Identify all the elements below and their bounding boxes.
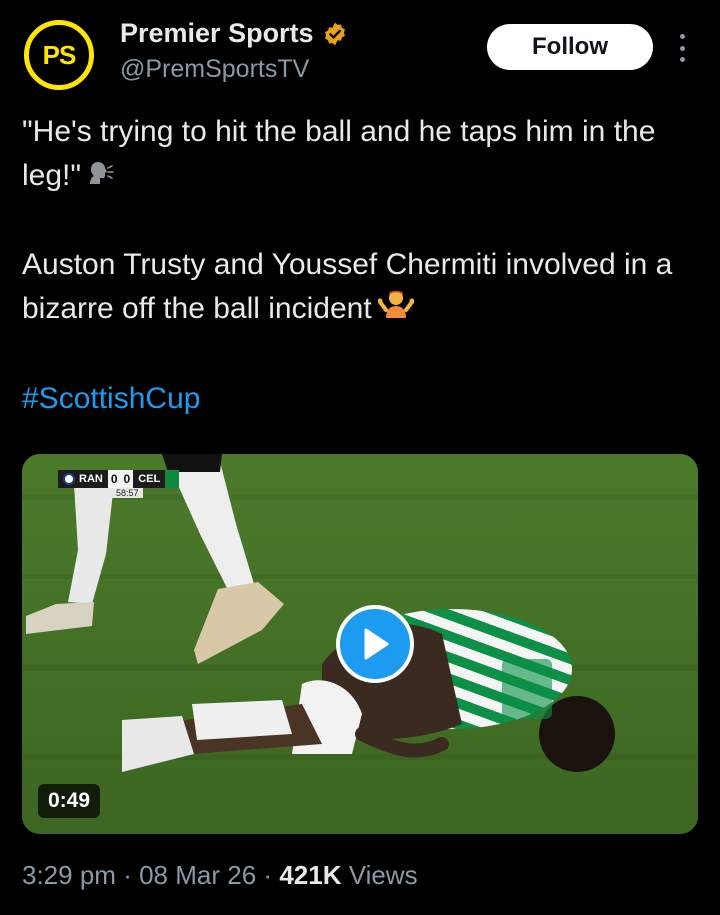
views-label: Views <box>348 860 418 890</box>
tweet-metadata: 3:29 pm · 08 Mar 26 · 421K Views <box>22 860 418 891</box>
author-handle[interactable]: @PremSportsTV <box>120 55 309 84</box>
play-icon[interactable] <box>336 605 414 683</box>
hashtag-link[interactable]: #ScottishCup <box>22 382 200 415</box>
speaking-head-emoji-icon <box>87 155 117 199</box>
author-name-row: Premier Sports <box>120 18 348 49</box>
rangers-crest-icon <box>63 473 75 485</box>
more-dot <box>679 34 685 39</box>
tweet-time[interactable]: 3:29 pm <box>22 860 116 890</box>
celtic-crest-icon <box>165 470 180 488</box>
verified-badge-icon <box>322 21 348 47</box>
tweet-description-text: Auston Trusty and Youssef Chermiti invol… <box>22 248 673 326</box>
video-duration-badge: 0:49 <box>38 784 101 818</box>
meta-separator: · <box>123 860 132 890</box>
home-team-abbr: RAN <box>79 473 103 485</box>
video-player[interactable]: RAN 0 0 CEL 58:57 0:49 <box>22 454 698 834</box>
match-scorebug: RAN 0 0 CEL <box>58 470 180 488</box>
meta-separator: · <box>263 860 273 890</box>
tweet-paragraph-quote: "He's trying to hit the ball and he taps… <box>22 110 692 199</box>
more-dot <box>679 57 685 62</box>
tweet-paragraph-description: Auston Trusty and Youssef Chermiti invol… <box>22 243 692 333</box>
away-team-box: CEL <box>133 470 166 488</box>
author-avatar[interactable]: PS <box>20 16 98 94</box>
views-count: 421K <box>279 860 342 890</box>
tweet-header: PS Premier Sports @PremSportsTV Follow <box>0 0 720 100</box>
tweet-body: "He's trying to hit the ball and he taps… <box>22 110 692 421</box>
match-clock: 58:57 <box>112 488 143 498</box>
tweet-paragraph-hashtag: #ScottishCup <box>22 377 692 421</box>
home-team-box: RAN <box>58 470 108 488</box>
person-shrugging-emoji-icon <box>377 288 415 333</box>
more-vertical-icon[interactable] <box>672 30 692 66</box>
home-score: 0 <box>107 470 121 488</box>
tweet-date[interactable]: 08 Mar 26 <box>139 860 256 890</box>
author-display-name[interactable]: Premier Sports <box>120 18 314 49</box>
more-dot <box>679 45 685 51</box>
follow-button[interactable]: Follow <box>487 24 653 70</box>
away-team-abbr: CEL <box>138 473 161 485</box>
away-score: 0 <box>120 470 134 488</box>
avatar-logo: PS <box>24 20 94 90</box>
